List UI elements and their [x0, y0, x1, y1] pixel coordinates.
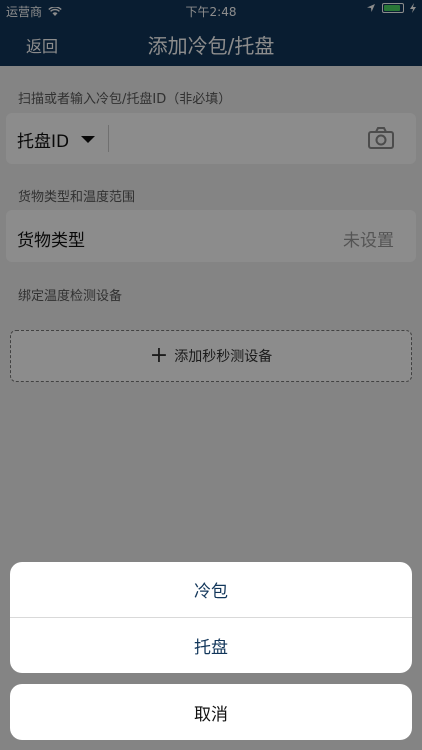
option-cold-pack[interactable]: 冷包: [10, 562, 412, 617]
cancel-button[interactable]: 取消: [10, 684, 412, 740]
action-sheet-options: 冷包 托盘: [10, 562, 412, 673]
option-pallet[interactable]: 托盘: [10, 617, 412, 673]
